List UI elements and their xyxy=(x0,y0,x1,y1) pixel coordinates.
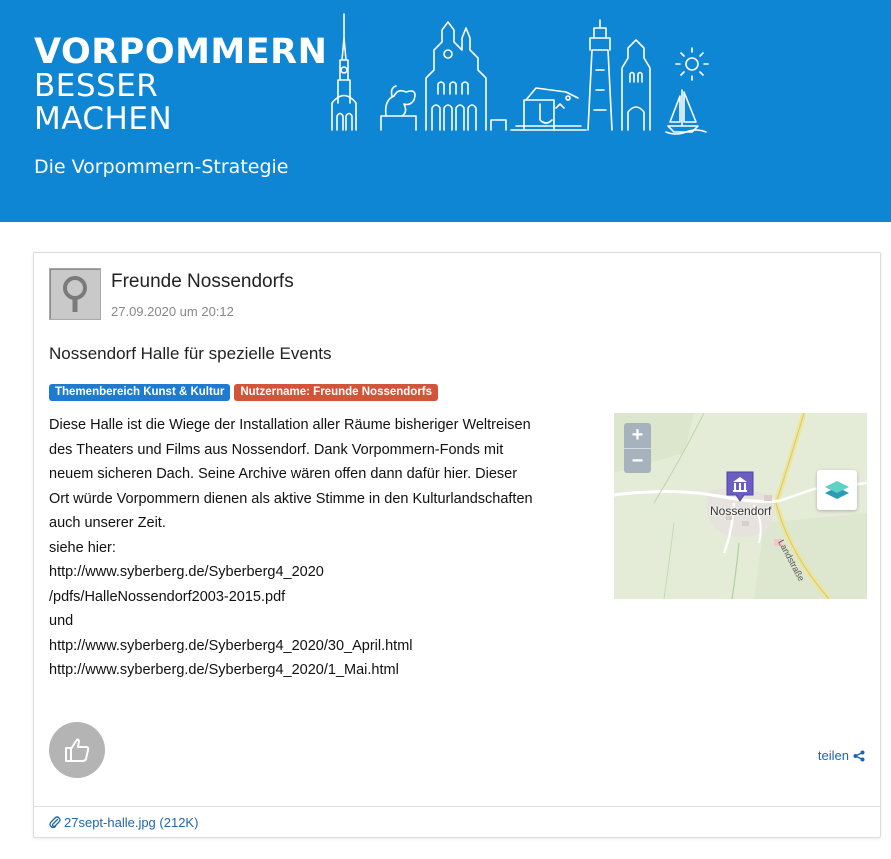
map-zoom-controls: + − xyxy=(624,423,651,473)
brand-tagline: Die Vorpommern-Strategie xyxy=(34,156,289,178)
post-body: Diese Halle ist die Wiege der Installati… xyxy=(49,413,594,683)
map-layers-button[interactable] xyxy=(817,470,857,510)
layers-icon xyxy=(825,481,849,499)
badge-list: Themenbereich Kunst & Kultur Nutzername:… xyxy=(49,384,439,401)
thumbs-up-icon xyxy=(65,738,90,762)
city-skyline-illustration xyxy=(331,13,709,135)
brand-line-2: BESSER xyxy=(34,68,159,104)
map-place-label: Nossendorf xyxy=(710,504,772,518)
share-label: teilen xyxy=(817,748,849,763)
map-pin-avatar-icon xyxy=(63,276,87,312)
body-line: Diese Halle ist die Wiege der Installati… xyxy=(49,417,531,433)
body-link-line: /pdfs/HalleNossendorf2003-2015.pdf xyxy=(49,588,286,605)
header-banner: VORPOMMERN BESSER MACHEN Die Vorpommern-… xyxy=(0,0,891,222)
body-link-line: http://www.syberberg.de/Syberberg4_2020/… xyxy=(49,662,399,678)
body-line: neuem sicheren Dach. Seine Archive wären… xyxy=(49,466,518,482)
attachment-link[interactable]: 27sept-halle.jpg (212K) xyxy=(49,815,198,830)
zoom-in-button[interactable]: + xyxy=(624,423,651,448)
post-title: Nossendorf Halle für spezielle Events xyxy=(49,344,332,363)
brand-logo[interactable]: VORPOMMERN BESSER MACHEN Die Vorpommern-… xyxy=(34,34,327,178)
body-link-line: http://www.syberberg.de/Syberberg4_2020/… xyxy=(49,637,413,654)
badge-topic[interactable]: Themenbereich Kunst & Kultur xyxy=(49,384,231,401)
badge-username[interactable]: Nutzername: Freunde Nossendorfs xyxy=(234,384,439,401)
share-icon xyxy=(853,750,865,761)
body-line: und xyxy=(49,613,74,629)
body-link-line: http://www.syberberg.de/Syberberg4_2020 xyxy=(49,564,324,580)
avatar xyxy=(49,268,101,320)
body-line: des Theaters und Films aus Nossendorf. D… xyxy=(49,441,504,458)
paperclip-icon xyxy=(49,816,61,829)
body-line: siehe hier: xyxy=(49,539,116,556)
brand-line-1: VORPOMMERN xyxy=(34,32,328,72)
zoom-out-button[interactable]: − xyxy=(624,448,651,473)
post-card: Freunde Nossendorfs 27.09.2020 um 20:12 … xyxy=(33,252,881,838)
card-divider xyxy=(34,806,880,807)
post-author[interactable]: Freunde Nossendorfs xyxy=(111,271,294,293)
share-link[interactable]: teilen xyxy=(818,748,865,763)
brand-line-3: MACHEN xyxy=(34,101,173,137)
body-line: Ort würde Vorpommern dienen als aktive S… xyxy=(49,490,533,507)
post-date: 27.09.2020 um 20:12 xyxy=(111,304,234,319)
location-map[interactable]: + − Nossendorf Landstraße xyxy=(614,413,867,599)
location-pin-icon[interactable] xyxy=(726,471,754,503)
attachment-name: 27sept-halle.jpg (212K) xyxy=(64,815,199,830)
body-line: auch unserer Zeit. xyxy=(49,515,166,531)
like-button[interactable] xyxy=(49,722,105,778)
